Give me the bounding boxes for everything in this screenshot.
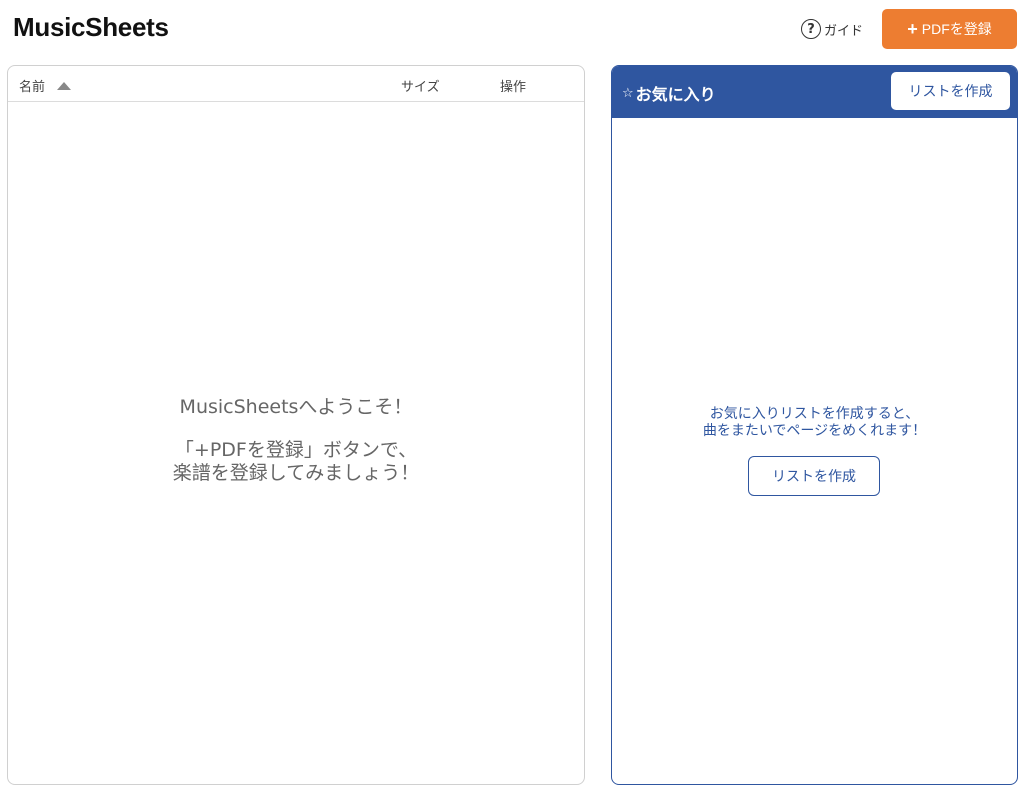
welcome-text: MusicSheetsへようこそ！ [179,396,413,418]
file-list-header: 名前 サイズ 操作 [8,66,584,102]
guide-label: ガイド [824,23,864,39]
column-header-name[interactable]: 名前 [19,76,72,95]
guide-link[interactable]: ? ガイド [801,18,863,40]
favorites-empty-message: お気に入りリストを作成すると、 曲をまたいでページをめくれます！ [612,406,1017,440]
favorites-message-line-1: お気に入りリストを作成すると、 [709,406,920,422]
favorites-title: ☆ お気に入り [622,81,716,105]
empty-state-message: MusicSheetsへようこそ！ 「+PDFを登録」ボタンで、 楽譜を登録して… [8,396,584,485]
file-list-panel: 名前 サイズ 操作 MusicSheetsへようこそ！ 「+PDFを登録」ボタン… [7,65,585,785]
help-question-icon: ? [801,19,821,39]
add-pdf-label: PDFを登録 [921,21,992,37]
instruction-text-2: 楽譜を登録してみましょう！ [172,462,420,484]
app-title: MusicSheets [13,12,169,42]
sort-ascending-icon [57,81,72,90]
column-header-actions: 操作 [500,80,527,95]
add-pdf-button[interactable]: + PDFを登録 [882,9,1017,49]
create-list-button[interactable]: リストを作成 [748,456,880,496]
favorites-panel: ☆ お気に入り リストを作成 お気に入りリストを作成すると、 曲をまたいでページ… [611,65,1018,785]
column-name-label: 名前 [19,80,46,95]
column-header-size: サイズ [401,80,440,95]
favorites-message-line-2: 曲をまたいでページをめくれます！ [702,423,927,439]
instruction-text-1: 「+PDFを登録」ボタンで、 [174,439,418,461]
plus-icon: + [907,19,918,39]
favorites-title-label: お気に入り [635,85,716,104]
create-list-button-header[interactable]: リストを作成 [891,72,1010,110]
star-icon: ☆ [622,85,634,101]
favorites-header: ☆ お気に入り リストを作成 [612,66,1017,118]
